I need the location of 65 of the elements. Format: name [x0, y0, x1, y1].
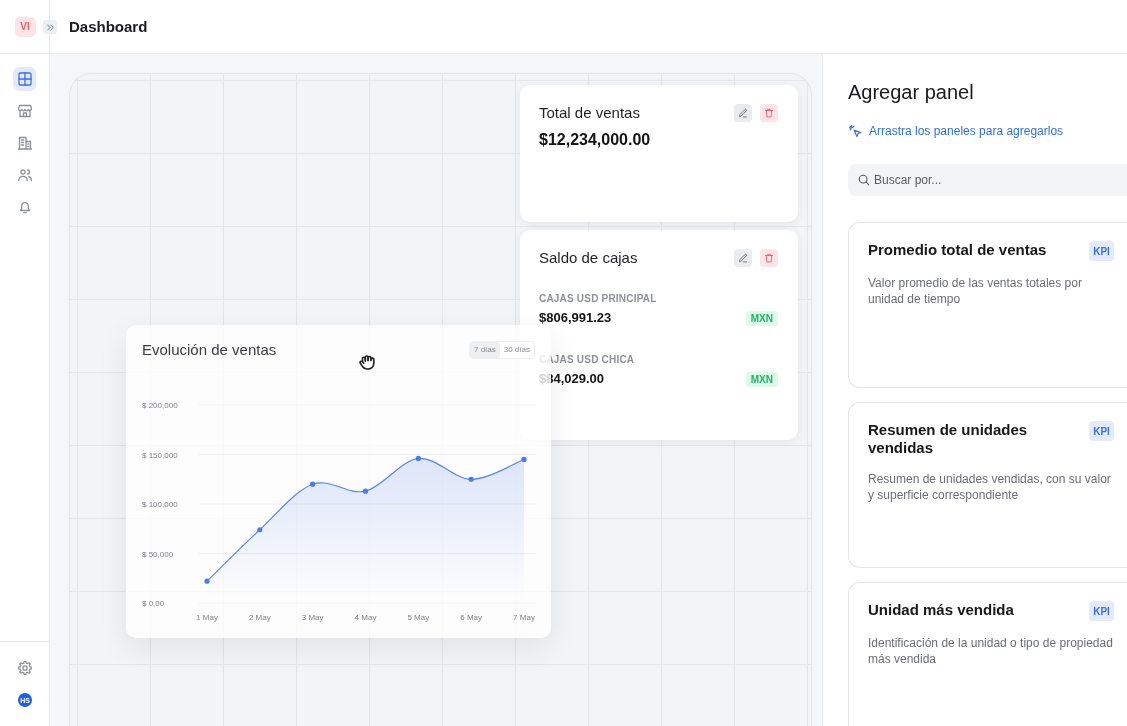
panel-card-title: Promedio total de ventas [868, 241, 1047, 259]
x-axis-label: 6 May [460, 613, 483, 622]
cursor-click-icon [849, 124, 862, 138]
y-axis-label: $ 150,000 [142, 450, 178, 460]
panel-card[interactable]: Resumen de unidades vendidas KPI Resumen de unidades vendidas, con su valor y superficie correspondiente [848, 402, 1127, 568]
pencil-icon [738, 108, 748, 118]
x-axis-label: 7 May [513, 613, 535, 622]
panel-card[interactable]: Promedio total de ventas KPI Valor promedio de las ventas totales por unidad de tiempo [848, 222, 1127, 388]
panel-card-title: Unidad más vendida [868, 601, 1014, 619]
chart-title: Evolución de ventas [142, 340, 277, 360]
panel-title: Agregar panel [848, 80, 975, 105]
delete-button[interactable] [760, 249, 778, 267]
data-point [204, 578, 210, 584]
delete-button[interactable] [760, 104, 778, 122]
currency-badge: MXN [745, 310, 778, 326]
drag-hint: Arrastra los paneles para agregarlos [869, 123, 1064, 139]
currency-badge: MXN [745, 371, 778, 387]
range-tab[interactable]: 30 días [499, 342, 534, 358]
trash-icon [764, 253, 774, 263]
edit-button[interactable] [734, 104, 752, 122]
y-axis-label: $ 100,000 [142, 500, 178, 509]
grid-icon [17, 72, 32, 86]
data-point [521, 456, 527, 463]
account-amount: $806,991.23 [539, 310, 612, 326]
y-axis-label: $ 50,000 [142, 549, 174, 559]
account-label: CAJAS USD PRINCIPAL [539, 292, 658, 305]
edit-button[interactable] [734, 249, 752, 267]
data-point [468, 476, 474, 482]
data-point [415, 455, 421, 462]
panel-card-title: Resumen de unidades vendidas [868, 421, 1029, 457]
buildings-icon [17, 136, 32, 150]
nav-button[interactable] [13, 67, 36, 91]
pencil-icon [738, 253, 748, 263]
sidebar-toggle-button[interactable] [43, 20, 57, 34]
trash-icon [764, 108, 774, 118]
x-axis-label: 4 May [354, 613, 377, 622]
card-title: Saldo de cajas [539, 248, 638, 268]
panel-card[interactable]: Unidad más vendida KPI Identificación de la unidad o tipo de propiedad más vendida [848, 582, 1127, 726]
card-title: Total de ventas [539, 103, 640, 123]
panel-card-description: Valor promedio de las ventas totales por unidad de tiempo [868, 275, 1083, 307]
panel-card-description: Identificación de la unidad o tipo de propiedad más vendida [868, 635, 1114, 667]
kpi-tag: KPI [1089, 421, 1114, 441]
bell-icon [17, 200, 32, 214]
x-axis-label: 2 May [248, 613, 271, 622]
data-point [362, 488, 369, 494]
chart-card[interactable]: Evolución de ventas 7 días 30 días $ 0,00 $ 50,000 $ 100,000 $ 150,000 $ 200,000 1 May 2 May 3 May 4 May 5 May 6 May 7 May [126, 325, 551, 638]
settings-icon[interactable] [18, 661, 32, 675]
data-point [257, 527, 263, 533]
search-field[interactable]: Buscar por... [848, 164, 1127, 196]
kpi-value: $12,234,000.00 [539, 130, 652, 150]
page-title: Dashboard [69, 16, 148, 37]
kpi-tag: KPI [1089, 241, 1114, 261]
kpi-tag: KPI [1089, 601, 1114, 621]
y-axis-label: $ 0,00 [142, 599, 165, 608]
x-axis-label: 5 May [407, 613, 430, 622]
widget-card[interactable]: Total de ventas $12,234,000.00 [520, 85, 798, 222]
store-icon [17, 104, 32, 118]
x-axis-label: 3 May [301, 613, 324, 622]
panel-card-description: Resumen de unidades vendidas, con su valor y superficie correspondiente [868, 471, 1112, 503]
data-point [310, 481, 316, 487]
search-icon [858, 174, 870, 186]
users-icon [17, 168, 32, 182]
y-axis-label: $ 200,000 [142, 401, 178, 410]
x-axis-label: 1 May [196, 613, 218, 622]
double-chevron-icon [45, 22, 55, 32]
